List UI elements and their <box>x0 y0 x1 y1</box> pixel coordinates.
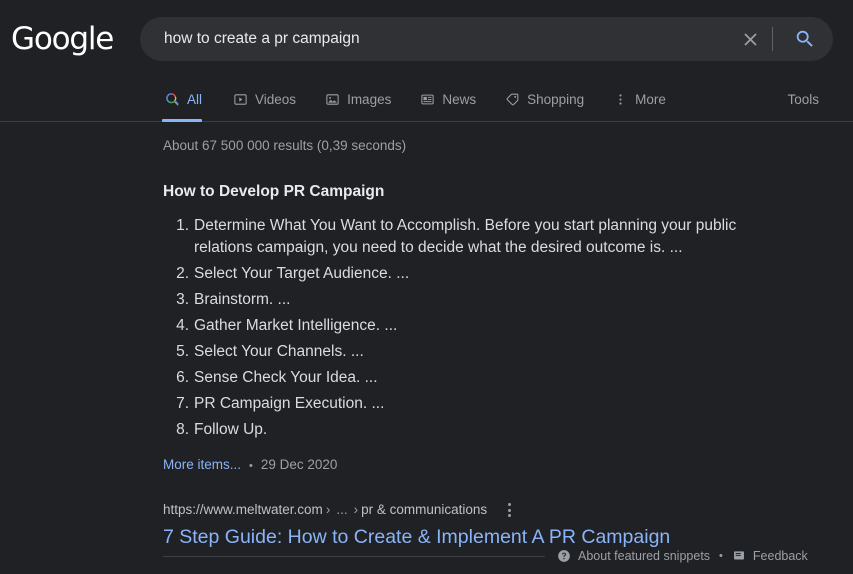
video-icon <box>232 92 248 108</box>
tab-label: Shopping <box>527 92 584 107</box>
breadcrumb-ellipsis: ... <box>333 502 350 517</box>
result-breadcrumb[interactable]: https://www.meltwater.com›...›pr & commu… <box>163 500 487 520</box>
list-item: PR Campaign Execution. ... <box>163 393 765 415</box>
breadcrumb-separator: › <box>351 502 362 517</box>
footer-separator: • <box>719 550 723 562</box>
search-input[interactable] <box>140 30 732 48</box>
featured-snippet-list: Determine What You Want to Accomplish. B… <box>163 215 765 441</box>
list-item: Select Your Target Audience. ... <box>163 263 765 285</box>
footer-divider <box>163 556 545 557</box>
list-item: Determine What You Want to Accomplish. B… <box>163 215 765 259</box>
footer-links: About featured snippets • Feedback <box>557 549 808 563</box>
tab-news[interactable]: News <box>405 78 490 121</box>
tab-label: All <box>187 92 202 107</box>
tools-button[interactable]: Tools <box>787 78 819 121</box>
news-icon <box>419 92 435 108</box>
breadcrumb-separator: › <box>323 502 334 517</box>
tab-label: News <box>442 92 476 107</box>
about-featured-snippets-label: About featured snippets <box>578 549 710 563</box>
google-search-icon <box>164 92 180 108</box>
list-item: Sense Check Your Idea. ... <box>163 367 765 389</box>
about-featured-snippets-link[interactable]: About featured snippets <box>557 549 710 563</box>
separator: • <box>249 460 253 472</box>
tab-all[interactable]: All <box>162 78 218 121</box>
tab-more[interactable]: More <box>598 78 680 121</box>
search-header: Google <box>0 0 853 78</box>
tag-icon <box>504 92 520 108</box>
search-icon[interactable] <box>781 17 829 61</box>
more-items-link[interactable]: More items... <box>163 457 241 472</box>
snippet-date: 29 Dec 2020 <box>261 457 338 472</box>
search-results: About 67 500 000 results (0,39 seconds) … <box>0 122 853 550</box>
breadcrumb-last: pr & communications <box>361 502 487 517</box>
more-items-row: More items... • 29 Dec 2020 <box>163 457 765 472</box>
result-domain: https://www.meltwater.com <box>163 502 323 517</box>
search-divider <box>772 27 773 51</box>
image-icon <box>324 92 340 108</box>
search-bar[interactable] <box>140 17 833 61</box>
result-url-row: https://www.meltwater.com›...›pr & commu… <box>163 500 783 520</box>
list-item: Follow Up. <box>163 419 765 441</box>
featured-snippet: How to Develop PR Campaign Determine Wha… <box>163 181 765 472</box>
tab-label: More <box>635 92 666 107</box>
featured-snippet-heading: How to Develop PR Campaign <box>163 181 765 203</box>
close-icon[interactable] <box>732 17 768 61</box>
tab-images[interactable]: Images <box>310 78 405 121</box>
flag-icon <box>732 549 746 563</box>
feedback-link[interactable]: Feedback <box>732 549 808 563</box>
help-circle-icon <box>557 549 571 563</box>
list-item: Brainstorm. ... <box>163 289 765 311</box>
result-stats: About 67 500 000 results (0,39 seconds) <box>163 122 853 155</box>
search-nav: All Videos Images <box>0 78 853 122</box>
tab-label: Images <box>347 92 391 107</box>
tab-label: Videos <box>255 92 296 107</box>
more-vertical-icon <box>612 92 628 108</box>
tab-shopping[interactable]: Shopping <box>490 78 598 121</box>
kebab-menu-icon[interactable] <box>500 500 518 520</box>
tab-videos[interactable]: Videos <box>218 78 310 121</box>
featured-snippet-footer: About featured snippets • Feedback <box>0 543 853 569</box>
list-item: Select Your Channels. ... <box>163 341 765 363</box>
list-item: Gather Market Intelligence. ... <box>163 315 765 337</box>
feedback-label: Feedback <box>753 549 808 563</box>
google-logo[interactable]: Google <box>11 22 113 56</box>
